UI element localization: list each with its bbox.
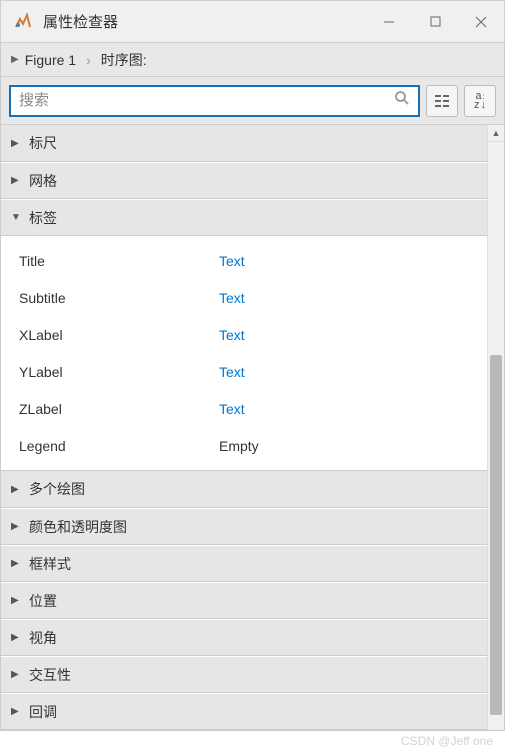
chevron-right-icon: ▶ [11,595,21,606]
group-view-button[interactable] [426,85,458,117]
property-row-title[interactable]: Title Text [1,242,487,279]
vertical-scrollbar[interactable]: ▲ [487,125,504,730]
property-value[interactable]: Text [219,401,245,417]
property-row-legend[interactable]: Legend Empty [1,427,487,464]
property-value[interactable]: Text [219,364,245,380]
property-name: Legend [19,438,219,454]
section-colormap[interactable]: ▶ 颜色和透明度图 [1,508,487,545]
section-label: 多个绘图 [29,479,85,499]
section-label: 视角 [29,628,57,648]
section-label: 标签 [29,208,57,228]
property-value[interactable]: Text [219,290,245,306]
chevron-right-icon: ▶ [11,669,21,680]
section-label: 标尺 [29,133,57,153]
section-position[interactable]: ▶ 位置 [1,582,487,619]
property-row-zlabel[interactable]: ZLabel Text [1,390,487,427]
property-row-ylabel[interactable]: YLabel Text [1,353,487,390]
section-label: 位置 [29,591,57,611]
property-name: XLabel [19,327,219,343]
breadcrumb-item-figure[interactable]: Figure 1 [25,52,76,68]
scroll-thumb[interactable] [490,355,502,715]
section-label: 颜色和透明度图 [29,517,127,537]
section-boxstyle[interactable]: ▶ 框样式 [1,545,487,582]
section-multiplots[interactable]: ▶ 多个绘图 [1,471,487,508]
chevron-right-icon: ▶ [11,558,21,569]
property-value[interactable]: Empty [219,438,259,454]
section-label: 网格 [29,171,57,191]
section-ruler[interactable]: ▶ 标尺 [1,125,487,162]
labels-properties: Title Text Subtitle Text XLabel Text YLa… [1,236,487,471]
chevron-right-icon: ▶ [11,484,21,495]
chevron-right-icon: ▶ [11,706,21,717]
property-value[interactable]: Text [219,327,245,343]
scroll-up-arrow-icon[interactable]: ▲ [488,125,504,142]
property-name: ZLabel [19,401,219,417]
chevron-right-icon: ▶ [11,632,21,643]
main-area: ▶ 标尺 ▶ 网格 ▼ 标签 Title Text Subtitle Text … [0,125,505,731]
minimize-button[interactable] [366,1,412,43]
maximize-button[interactable] [412,1,458,43]
titlebar: 属性检查器 [0,0,505,42]
property-value[interactable]: Text [219,253,245,269]
property-name: YLabel [19,364,219,380]
section-label: 回调 [29,702,57,722]
section-grid[interactable]: ▶ 网格 [1,162,487,199]
search-box[interactable] [9,85,420,117]
breadcrumb-item-stackedplot[interactable]: 时序图: [101,50,147,70]
chevron-right-icon: ▶ [11,521,21,532]
chevron-right-icon[interactable]: ▶ [11,54,19,65]
section-interactivity[interactable]: ▶ 交互性 [1,656,487,693]
close-button[interactable] [458,1,504,43]
search-icon[interactable] [394,90,410,111]
search-input[interactable] [19,92,394,109]
section-view[interactable]: ▶ 视角 [1,619,487,656]
property-name: Subtitle [19,290,219,306]
breadcrumb: ▶ Figure 1 › 时序图: [0,42,505,77]
chevron-right-icon: › [86,52,91,68]
chevron-right-icon: ▶ [11,138,21,149]
chevron-right-icon: ▶ [11,175,21,186]
sort-az-button[interactable]: a: z↓ [464,85,496,117]
property-row-subtitle[interactable]: Subtitle Text [1,279,487,316]
watermark: CSDN @Jeff one [401,734,493,748]
section-label: 交互性 [29,665,71,685]
chevron-down-icon: ▼ [11,212,21,223]
section-labels[interactable]: ▼ 标签 [1,199,487,236]
property-name: Title [19,253,219,269]
matlab-icon [13,12,33,32]
section-label: 框样式 [29,554,71,574]
toolbar: a: z↓ [0,77,505,125]
property-row-xlabel[interactable]: XLabel Text [1,316,487,353]
window-title: 属性检查器 [43,11,366,32]
properties-panel: ▶ 标尺 ▶ 网格 ▼ 标签 Title Text Subtitle Text … [1,125,487,730]
section-callbacks[interactable]: ▶ 回调 [1,693,487,730]
